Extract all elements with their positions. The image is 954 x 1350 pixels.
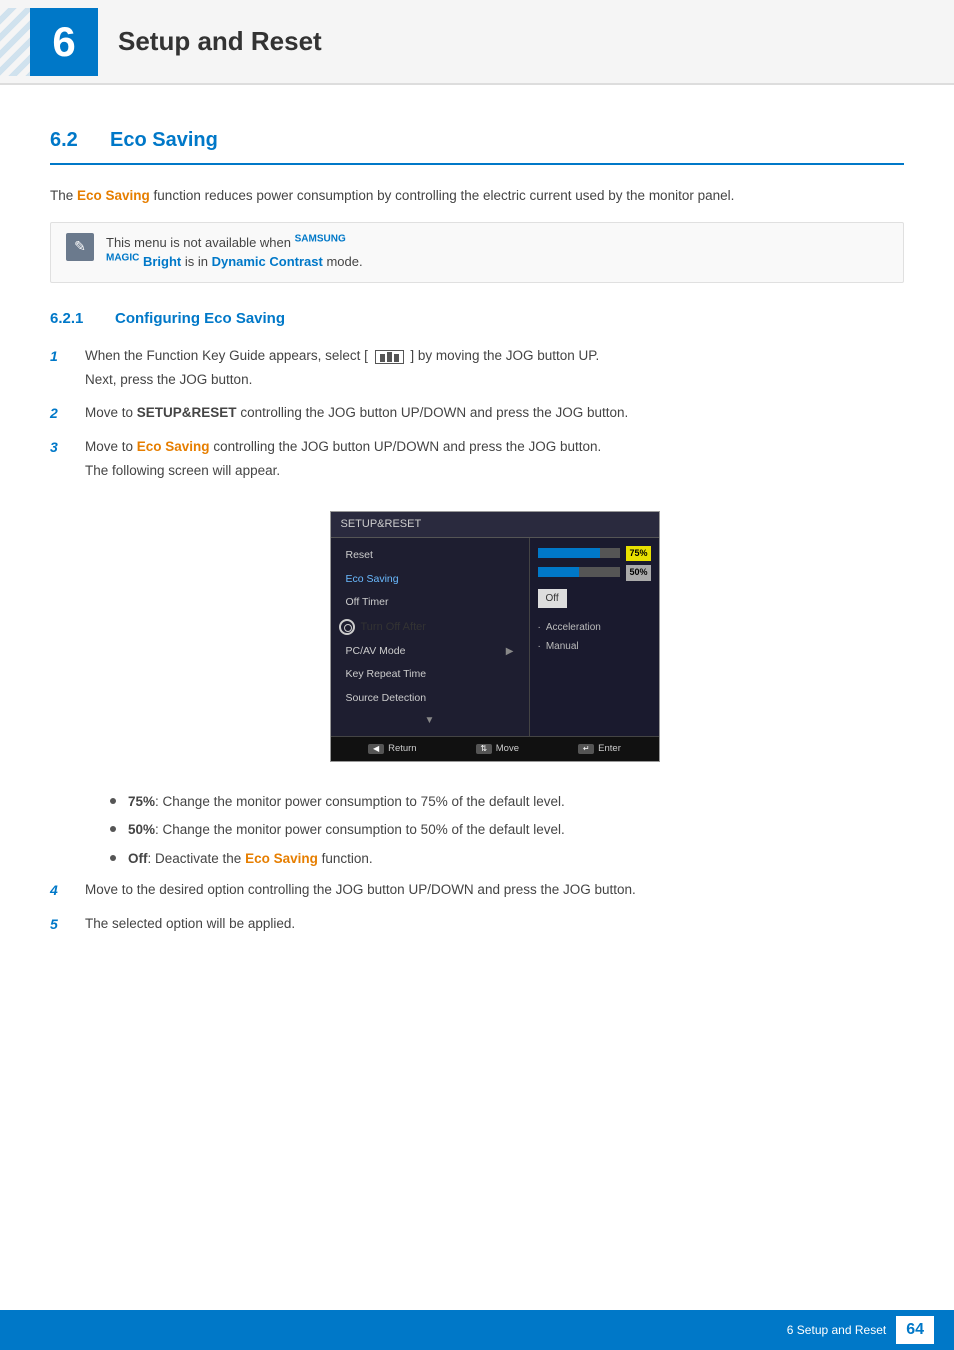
jog-bar-1 [380,354,385,362]
step-1-content: When the Function Key Guide appears, sel… [85,345,904,390]
bullet-item-off: Off: Deactivate the Eco Saving function. [110,849,904,869]
footer-move: ⇅ Move [476,742,519,756]
move-icon: ⇅ [476,744,492,754]
bullet-text-off: Off: Deactivate the Eco Saving function. [128,849,373,869]
off-box-row: Off [538,585,651,608]
page-number: 64 [896,1316,934,1344]
subsection-heading: 6.2.1 Configuring Eco Saving [50,308,904,331]
menu-item-turnoff-label: Turn Off After [361,619,426,636]
enter-icon: ↵ [578,744,594,754]
monitor-right-panel: 75% 50% Off [529,538,659,736]
bar-50-row: 50% [538,565,651,581]
bullet-dot-off [110,855,116,861]
step-5: 5 The selected option will be applied. [50,913,904,935]
page-header: 6 Setup and Reset [0,0,954,85]
progress-bar-75 [538,548,621,558]
jog-bars [380,352,399,362]
sub-options: ·Acceleration ·Manual [538,618,651,656]
step-5-content: The selected option will be applied. [85,913,904,935]
bullet-dot-50 [110,826,116,832]
monitor-screenshot: SETUP&RESET Reset Eco Saving Off Timer T… [330,511,660,762]
off-box: Off [538,589,567,608]
menu-item-pcav: PC/AV Mode ▶ [331,640,529,664]
monitor-title: SETUP&RESET [341,518,422,530]
menu-item-turnoff: Turn Off After [331,615,529,640]
step-2-content: Move to SETUP&RESET controlling the JOG … [85,402,904,424]
step-4: 4 Move to the desired option controlling… [50,879,904,901]
step-4-number: 4 [50,880,80,901]
step-3-number: 3 [50,437,80,458]
return-icon: ◀ [368,744,384,754]
footer-enter: ↵ Enter [578,742,621,756]
chapter-title: Setup and Reset [118,22,322,61]
chapter-number: 6 [52,10,75,73]
menu-item-sourcedetect: Source Detection [331,687,529,711]
monitor-menu: Reset Eco Saving Off Timer Turn Off Afte… [331,538,529,736]
section-heading: 6.2 Eco Saving [50,125,904,165]
step-1-number: 1 [50,346,80,367]
step-3-content: Move to Eco Saving controlling the JOG b… [85,436,904,481]
sub-option-accel: ·Acceleration [538,618,651,637]
progress-fill-75 [538,548,600,558]
monitor-header: SETUP&RESET [331,512,659,538]
step-4-content: Move to the desired option controlling t… [85,879,904,901]
footer-chapter-ref: 6 Setup and Reset [787,1321,886,1339]
bullet-dot-75 [110,798,116,804]
progress-fill-50 [538,567,579,577]
step-1-subtext: Next, press the JOG button. [85,369,904,391]
note-box: This menu is not available when SAMSUNGM… [50,222,904,283]
chapter-number-box: 6 [30,8,98,76]
steps-list: 1 When the Function Key Guide appears, s… [50,345,904,935]
step-3: 3 Move to Eco Saving controlling the JOG… [50,436,904,481]
label-75: 75% [626,546,650,562]
bullet-item-75: 75%: Change the monitor power consumptio… [110,792,904,812]
jog-bar-2 [387,352,392,362]
bullet-text-50: 50%: Change the monitor power consumptio… [128,820,565,840]
monitor-body: Reset Eco Saving Off Timer Turn Off Afte… [331,538,659,736]
intro-paragraph: The Eco Saving function reduces power co… [50,185,904,207]
step-2: 2 Move to SETUP&RESET controlling the JO… [50,402,904,424]
sub-option-manual: ·Manual [538,637,651,656]
jog-bar-3 [394,354,399,362]
menu-item-eco: Eco Saving [331,568,529,592]
step-1: 1 When the Function Key Guide appears, s… [50,345,904,390]
subsection-title: Configuring Eco Saving [115,308,285,331]
subsection-number: 6.2.1 [50,308,100,331]
bar-75-row: 75% [538,546,651,562]
page-footer: 6 Setup and Reset 64 [0,1310,954,1350]
section-number: 6.2 [50,125,90,155]
bullet-text-75: 75%: Change the monitor power consumptio… [128,792,565,812]
eco-saving-inline: Eco Saving [77,188,150,203]
monitor-footer: ◀ Return ⇅ Move ↵ Enter [331,736,659,761]
label-50: 50% [626,565,650,581]
menu-arrow-down: ▼ [331,711,529,730]
progress-bar-50 [538,567,621,577]
main-content: 6.2 Eco Saving The Eco Saving function r… [0,85,954,1027]
step-5-number: 5 [50,914,80,935]
note-icon [66,233,94,261]
jog-icon [375,350,404,364]
section-title: Eco Saving [110,125,218,155]
menu-item-offtimer: Off Timer [331,591,529,615]
step-3-subtext: The following screen will appear. [85,460,904,482]
bullet-item-50: 50%: Change the monitor power consumptio… [110,820,904,840]
footer-return: ◀ Return [368,742,417,756]
step-2-number: 2 [50,403,80,424]
menu-item-keyrepeat: Key Repeat Time [331,663,529,687]
gear-icon [339,619,355,635]
note-text: This menu is not available when SAMSUNGM… [106,233,363,272]
bullet-list: 75%: Change the monitor power consumptio… [110,792,904,869]
menu-item-reset: Reset [331,544,529,568]
